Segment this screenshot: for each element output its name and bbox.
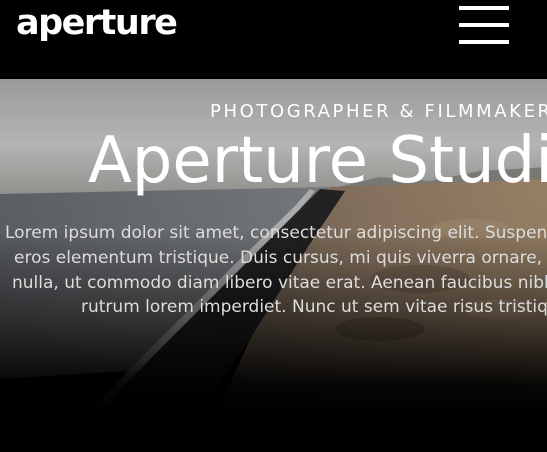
hero-section: PHOTOGRAPHER & FILMMAKER Aperture Studio… <box>0 79 547 452</box>
hero-description-line: Lorem ipsum dolor sit amet, consectetur … <box>5 223 547 243</box>
page: aperture PHOTOGRAPHER & FILMMAKER Apertu… <box>0 0 547 452</box>
hamburger-menu-icon-bar-middle <box>459 23 509 27</box>
hero-description-line: nulla, ut commodo diam libero vitae erat… <box>12 273 547 293</box>
hero-description-line: eros elementum tristique. Duis cursus, m… <box>14 248 547 268</box>
hamburger-menu-icon-bar-bottom <box>459 40 509 44</box>
site-header: aperture <box>0 0 547 79</box>
hero-description-line: rutrum lorem imperdiet. Nunc ut sem vita… <box>81 297 547 317</box>
logo-text: aperture <box>16 2 178 43</box>
hero-title: Aperture Studio <box>88 124 547 198</box>
aperture-logo[interactable]: aperture <box>16 0 178 46</box>
hamburger-menu-icon-bar-top <box>459 6 509 10</box>
hamburger-menu-button[interactable] <box>459 6 509 44</box>
hero-subtitle: PHOTOGRAPHER & FILMMAKER <box>210 101 547 122</box>
